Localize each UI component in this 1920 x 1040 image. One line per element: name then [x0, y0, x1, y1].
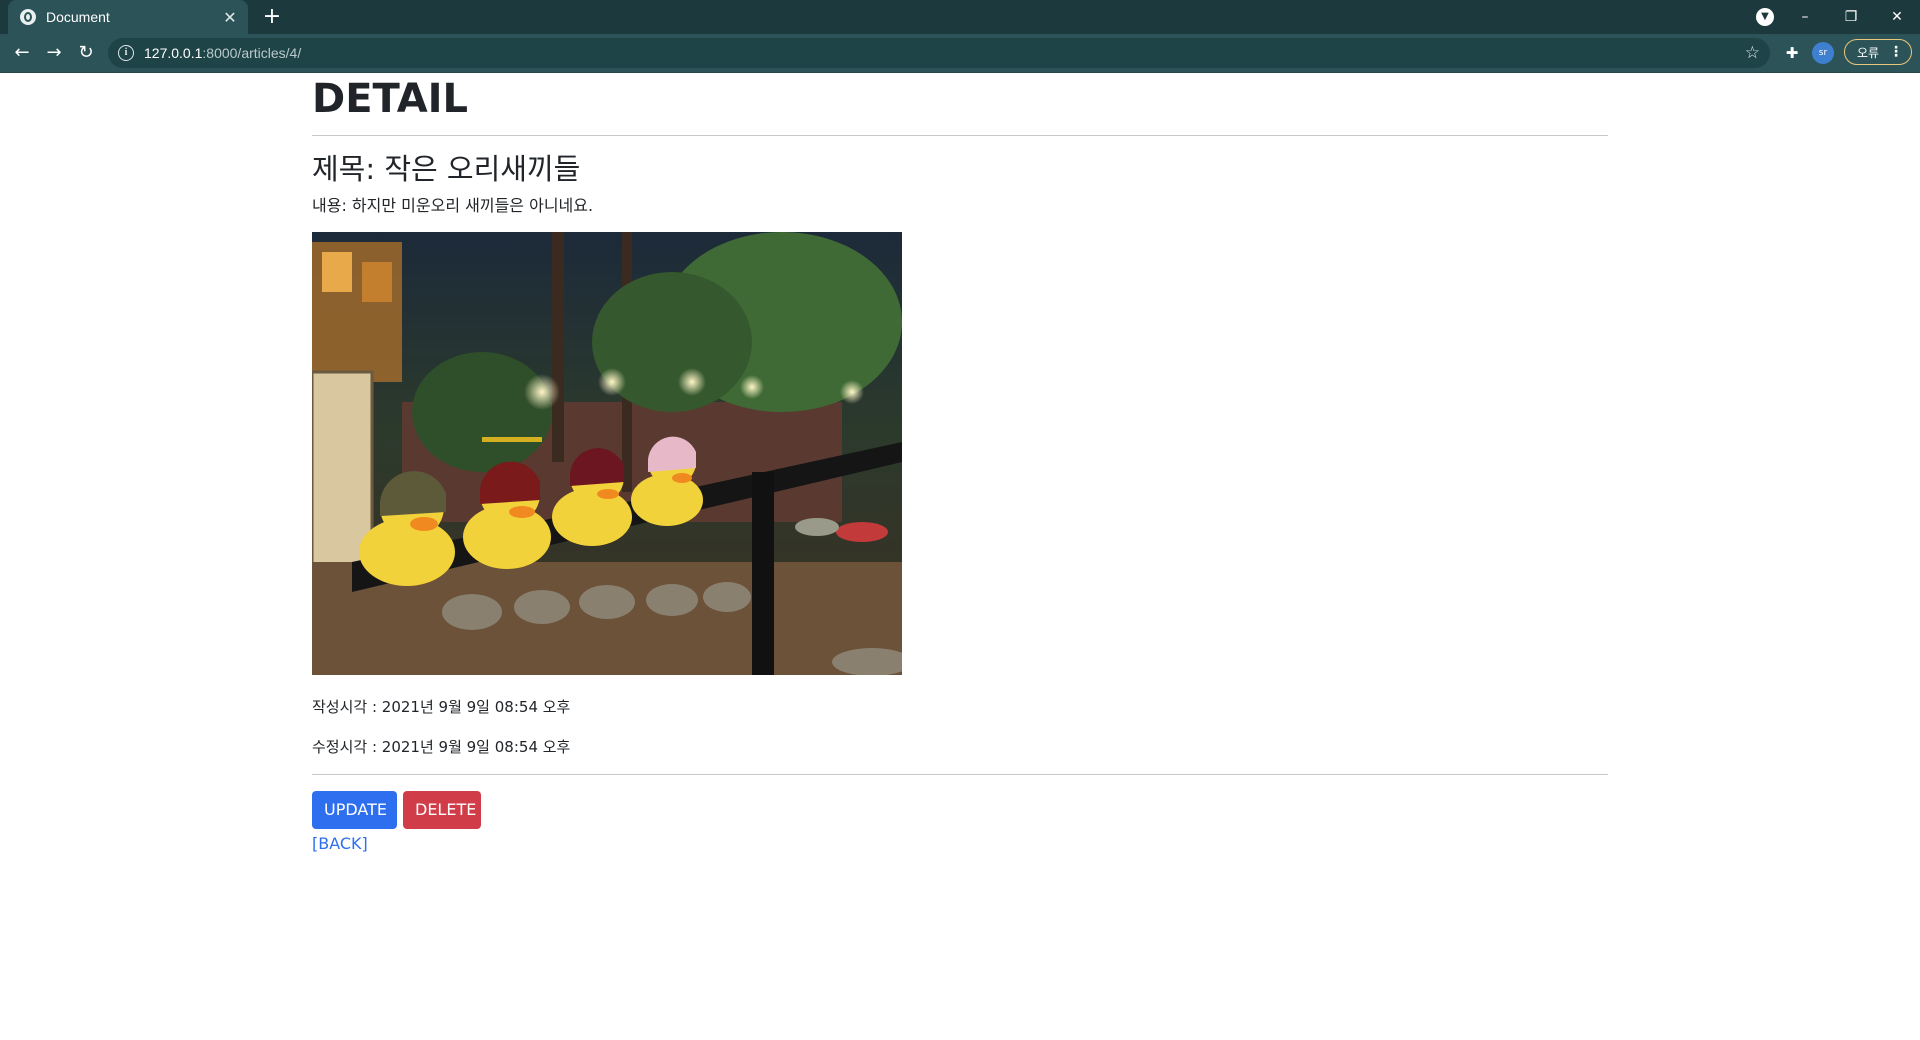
divider	[312, 774, 1608, 775]
info-icon[interactable]: i	[118, 45, 134, 61]
extensions-puzzle-icon[interactable]: ✚	[1782, 43, 1802, 63]
article-content: 내용: 하지만 미운오리 새끼들은 아니네요.	[312, 196, 594, 215]
updated-at: 수정시각 : 2021년 9월 9일 08:54 오후	[312, 738, 571, 756]
bookmark-star-icon[interactable]: ☆	[1745, 43, 1760, 63]
delete-button[interactable]: DELETE	[403, 791, 481, 829]
forward-arrow-icon[interactable]: →	[40, 39, 68, 67]
created-at: 작성시각 : 2021년 9월 9일 08:54 오후	[312, 698, 571, 716]
window-controls: – ❐ ✕	[1782, 0, 1920, 34]
minimize-button[interactable]: –	[1782, 0, 1828, 34]
article-image	[312, 232, 902, 675]
url-text[interactable]: 127.0.0.1:8000/articles/4/	[144, 45, 1745, 61]
close-window-button[interactable]: ✕	[1874, 0, 1920, 34]
update-button[interactable]: UPDATE	[312, 791, 397, 829]
tab-close-icon[interactable]: ✕	[222, 8, 238, 27]
download-icon[interactable]: ▼	[1756, 8, 1774, 26]
error-label: 오류	[1857, 45, 1880, 60]
back-arrow-icon[interactable]: ←	[8, 39, 36, 67]
globe-icon	[20, 9, 36, 25]
article-title: 제목: 작은 오리새끼들	[312, 152, 581, 186]
new-tab-button[interactable]: +	[258, 3, 286, 31]
divider	[312, 135, 1608, 136]
page-title: DETAIL	[312, 76, 469, 122]
profile-avatar[interactable]: sr	[1812, 42, 1834, 64]
restore-button[interactable]: ❐	[1828, 0, 1874, 34]
reload-icon[interactable]: ↻	[72, 39, 100, 67]
address-bar[interactable]: i 127.0.0.1:8000/articles/4/ ☆	[108, 38, 1770, 68]
url-path: :8000/articles/4/	[202, 45, 302, 61]
error-menu-button[interactable]: 오류 ⋮	[1844, 39, 1912, 65]
url-host: 127.0.0.1	[144, 45, 203, 61]
action-buttons: UPDATE DELETE	[312, 791, 1608, 829]
kebab-menu-icon: ⋮	[1889, 44, 1903, 60]
browser-tab[interactable]: Document ✕	[8, 0, 248, 34]
back-link[interactable]: [BACK]	[312, 833, 368, 855]
article-detail-container: DETAIL 제목: 작은 오리새끼들 내용: 하지만 미운오리 새끼들은 아니…	[312, 73, 1608, 855]
browser-toolbar: ← → ↻ i 127.0.0.1:8000/articles/4/ ☆ ✚ s…	[0, 34, 1920, 73]
browser-tab-strip: Document ✕ + ▼ – ❐ ✕	[0, 0, 1920, 34]
tab-title: Document	[46, 9, 110, 25]
